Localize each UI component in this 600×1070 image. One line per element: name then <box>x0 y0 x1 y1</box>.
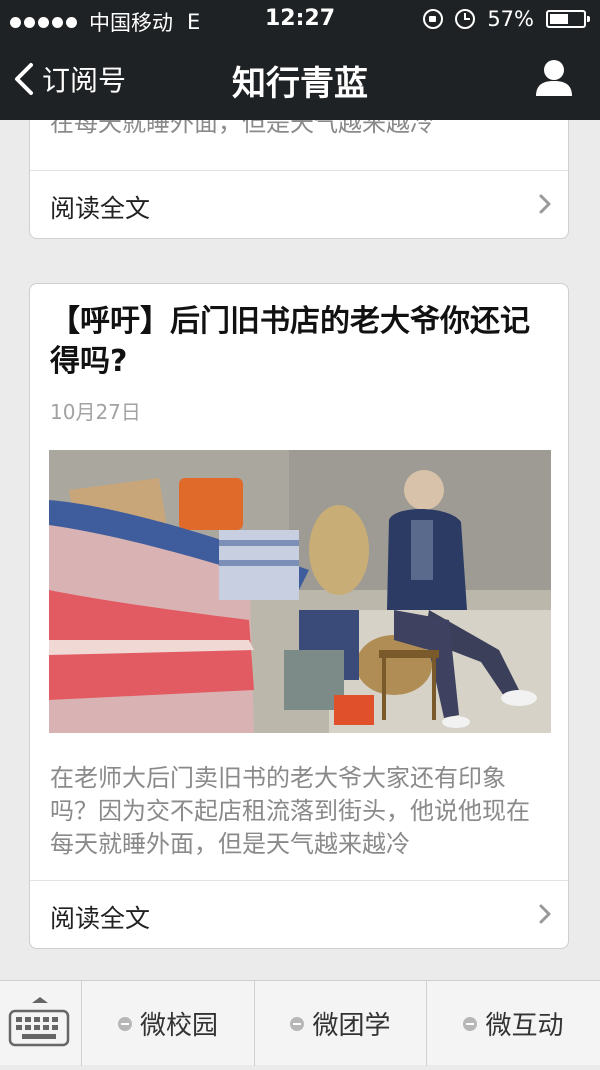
read-more-label: 阅读全文 <box>50 194 151 223</box>
menu-dot-icon <box>117 1016 132 1031</box>
article-snippet: 在每天就睡外面，但是天气越来越冷 <box>50 120 434 137</box>
status-bar: 中国移动 E 12:27 57% <box>0 0 600 40</box>
article-snippet: 在老师大后门卖旧书的老大爷大家还有印象吗？因为交不起店租流落到街头，他说他现在每… <box>50 764 530 858</box>
menu-item-weituanxue[interactable]: 微团学 <box>255 981 427 1066</box>
alarm-icon <box>455 9 476 29</box>
rotation-lock-icon <box>423 9 444 29</box>
article-date: 10月27日 <box>50 400 141 424</box>
article-card[interactable]: 【呼吁】后门旧书店的老大爷你还记得吗? 10月27日 在老师大后门卖旧书的老大爷… <box>29 283 569 949</box>
menu-item-label: 微团学 <box>312 1011 391 1041</box>
keyboard-icon <box>8 997 70 1047</box>
menu-item-label: 微校园 <box>139 1011 218 1041</box>
article-title[interactable]: 【呼吁】后门旧书店的老大爷你还记得吗? <box>50 302 548 382</box>
back-button[interactable]: 订阅号 <box>14 58 126 100</box>
read-more-link[interactable]: 阅读全文 <box>30 880 568 949</box>
menu-dot-icon <box>463 1016 478 1031</box>
bottom-menu-bar: 微校园 微团学 微互动 <box>0 980 600 1066</box>
nav-bar: 订阅号 知行青蓝 <box>0 40 600 120</box>
status-right: 57% <box>423 7 590 31</box>
chevron-right-icon <box>539 194 551 214</box>
chevron-left-icon <box>15 63 33 95</box>
profile-button[interactable] <box>534 58 574 100</box>
menu-dot-icon <box>290 1016 305 1031</box>
old-man-with-books-photo <box>49 450 551 733</box>
person-icon <box>536 60 572 96</box>
back-button-label: 订阅号 <box>42 64 127 97</box>
chevron-right-icon <box>539 904 551 924</box>
menu-item-weihudong[interactable]: 微互动 <box>427 981 600 1066</box>
read-more-link[interactable]: 阅读全文 <box>30 170 568 239</box>
battery-percent: 57% <box>487 7 534 31</box>
menu-item-label: 微互动 <box>485 1011 564 1041</box>
keyboard-toggle-button[interactable] <box>0 981 82 1066</box>
menu-item-weixiaoyuan[interactable]: 微校园 <box>82 981 255 1066</box>
article-card: 在每天就睡外面，但是天气越来越冷 阅读全文 <box>29 120 569 239</box>
read-more-label: 阅读全文 <box>50 904 151 933</box>
battery-icon <box>546 10 590 28</box>
article-cover-image[interactable] <box>49 450 551 733</box>
article-list[interactable]: 在每天就睡外面，但是天气越来越冷 阅读全文 【呼吁】后门旧书店的老大爷你还记得吗… <box>0 120 600 980</box>
